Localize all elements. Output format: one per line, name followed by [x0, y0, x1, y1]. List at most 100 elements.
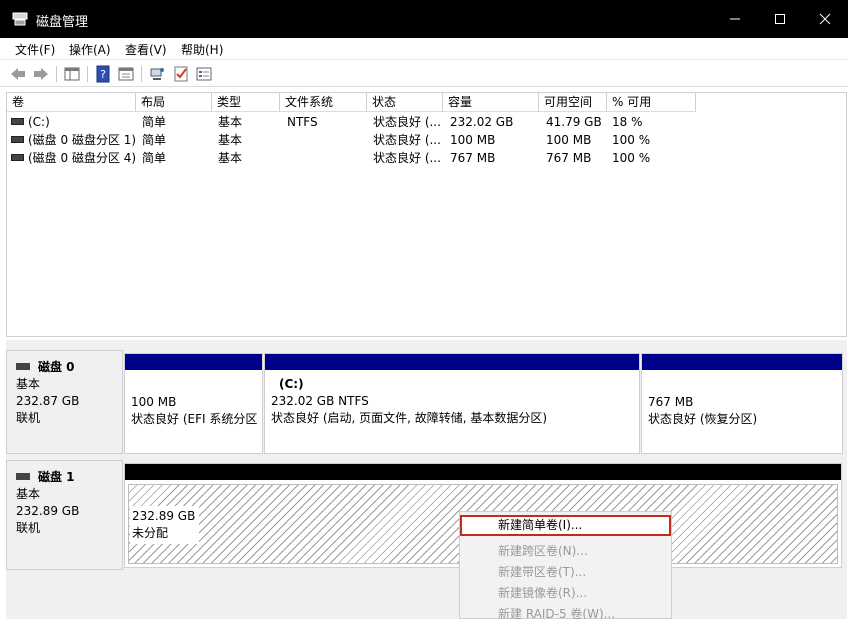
cell-filesystem: [287, 131, 365, 149]
column-header-free-space[interactable]: 可用空间: [539, 93, 607, 112]
cell-capacity: 767 MB: [450, 151, 496, 165]
disk-0-state: 联机: [16, 411, 41, 425]
menu-new-spanned-volume[interactable]: 新建跨区卷(N)...: [460, 541, 671, 562]
partition-recovery-status: 状态良好 (恢复分区): [648, 412, 758, 426]
cell-capacity: 232.02 GB: [450, 115, 514, 129]
disk-0-label[interactable]: 磁盘 0 基本 232.87 GB 联机: [6, 350, 123, 454]
unallocated-size: 232.89 GB: [132, 509, 196, 523]
partition-efi-size: 100 MB: [131, 395, 177, 409]
check-icon[interactable]: [172, 65, 190, 83]
maximize-icon: [775, 14, 785, 24]
disk-graphical-view: 磁盘 0 基本 232.87 GB 联机 100 MB 状态良好 (EFI 系统…: [6, 340, 847, 619]
cell-layout: 简单: [142, 115, 167, 129]
volume-list[interactable]: 卷 布局 类型 文件系统 状态 容量 可用空间 % 可用 (C:) 简单 基本 …: [6, 92, 847, 337]
menu-new-simple-volume[interactable]: 新建简单卷(I)...: [460, 515, 671, 536]
context-menu: 新建简单卷(I)... 新建跨区卷(N)... 新建带区卷(T)... 新建镜像…: [459, 511, 672, 619]
disk-1-name-text: 磁盘 1: [38, 470, 75, 484]
menu-new-mirrored-volume[interactable]: 新建镜像卷(R)...: [460, 583, 671, 604]
forward-arrow-icon[interactable]: [32, 65, 50, 83]
cell-capacity: 100 MB: [450, 133, 496, 147]
disk-0-name-text: 磁盘 0: [38, 360, 75, 374]
column-header-type[interactable]: 类型: [212, 93, 280, 112]
menu-new-striped-volume[interactable]: 新建带区卷(T)...: [460, 562, 671, 583]
column-header-capacity[interactable]: 容量: [443, 93, 539, 112]
show-hide-tree-icon[interactable]: [63, 65, 81, 83]
disk-1-size: 232.89 GB: [16, 504, 80, 518]
toolbar-separator: [56, 66, 57, 82]
cell-layout: 简单: [142, 151, 167, 165]
partition-c-title: (C:): [279, 377, 304, 391]
disk-0-type: 基本: [16, 377, 41, 391]
disk-1-type: 基本: [16, 487, 41, 501]
list-icon[interactable]: [195, 65, 213, 83]
cell-volume: (C:): [11, 113, 135, 131]
unallocated-label: 未分配: [132, 526, 169, 540]
column-header-layout[interactable]: 布局: [136, 93, 212, 112]
connect-icon[interactable]: [148, 65, 166, 83]
cell-volume: (磁盘 0 磁盘分区 1): [11, 131, 135, 149]
partition-c-status: 状态良好 (启动, 页面文件, 故障转储, 基本数据分区): [271, 411, 548, 425]
cell-free-space: 100 MB: [546, 133, 592, 147]
partition-bar: [265, 354, 639, 370]
partition-c[interactable]: (C:) 232.02 GB NTFS 状态良好 (启动, 页面文件, 故障转储…: [264, 353, 640, 454]
svg-text:?: ?: [100, 68, 106, 81]
toolbar-separator: [87, 66, 88, 82]
cell-free-space: 41.79 GB: [546, 115, 602, 129]
volume-icon: [11, 154, 24, 161]
disk-0-size: 232.87 GB: [16, 394, 80, 408]
cell-free-space: 767 MB: [546, 151, 592, 165]
unallocated-text: 232.89 GB 未分配: [130, 506, 200, 544]
window-title: 磁盘管理: [36, 15, 89, 30]
title-bar: 磁盘管理: [0, 0, 848, 38]
toolbar-separator: [141, 66, 142, 82]
menu-file[interactable]: 文件(F): [15, 41, 55, 58]
cell-volume: (磁盘 0 磁盘分区 4): [11, 149, 135, 167]
cell-filesystem: NTFS: [287, 115, 318, 129]
column-header-filesystem[interactable]: 文件系统: [280, 93, 367, 112]
maximize-button[interactable]: [757, 0, 803, 38]
column-header-percent-free[interactable]: % 可用: [607, 93, 696, 112]
disk-1-label[interactable]: 磁盘 1 基本 232.89 GB 联机: [6, 460, 123, 570]
minimize-icon: [730, 18, 740, 20]
partition-efi[interactable]: 100 MB 状态良好 (EFI 系统分区: [124, 353, 263, 454]
disk-1-state: 联机: [16, 521, 41, 535]
menu-help[interactable]: 帮助(H): [181, 41, 223, 58]
menu-bar: 文件(F) 操作(A) 查看(V) 帮助(H): [0, 38, 848, 60]
cell-percent-free: 100 %: [612, 133, 651, 147]
volume-name: (C:): [28, 115, 50, 129]
partition-recovery[interactable]: 767 MB 状态良好 (恢复分区): [641, 353, 843, 454]
minimize-button[interactable]: [712, 0, 758, 38]
column-header-volume[interactable]: 卷: [7, 93, 136, 112]
partition-recovery-size: 767 MB: [648, 395, 694, 409]
menu-action[interactable]: 操作(A): [69, 41, 111, 58]
cell-status: 状态良好 (...: [373, 133, 441, 147]
cell-filesystem: [287, 149, 365, 167]
volume-icon: [11, 118, 24, 125]
disk-0-name: 磁盘 0: [16, 359, 122, 376]
disk-icon: [16, 473, 30, 480]
cell-status: 状态良好 (...: [373, 151, 441, 165]
partition-recovery-text: 767 MB 状态良好 (恢复分区): [648, 394, 757, 428]
volume-icon: [11, 136, 24, 143]
disk-icon: [16, 363, 30, 370]
disk-1-name: 磁盘 1: [16, 469, 122, 486]
cell-percent-free: 100 %: [612, 151, 651, 165]
help-icon[interactable]: ?: [94, 65, 112, 83]
cell-type: 基本: [218, 133, 243, 147]
back-arrow-icon[interactable]: [9, 65, 27, 83]
disk-management-icon: [12, 12, 28, 26]
partition-efi-status: 状态良好 (EFI 系统分区: [131, 412, 258, 426]
volume-name: (磁盘 0 磁盘分区 4): [28, 151, 135, 165]
properties-icon[interactable]: [117, 65, 135, 83]
partition-bar: [642, 354, 842, 370]
menu-view[interactable]: 查看(V): [125, 41, 167, 58]
cell-percent-free: 18 %: [612, 115, 643, 129]
volume-name: (磁盘 0 磁盘分区 1): [28, 133, 135, 147]
close-button[interactable]: [802, 0, 848, 38]
cell-status: 状态良好 (...: [373, 115, 441, 129]
column-header-status[interactable]: 状态: [367, 93, 443, 112]
menu-new-raid5-volume[interactable]: 新建 RAID-5 卷(W)...: [460, 604, 671, 619]
cell-type: 基本: [218, 151, 243, 165]
cell-type: 基本: [218, 115, 243, 129]
partition-bar: [125, 354, 262, 370]
